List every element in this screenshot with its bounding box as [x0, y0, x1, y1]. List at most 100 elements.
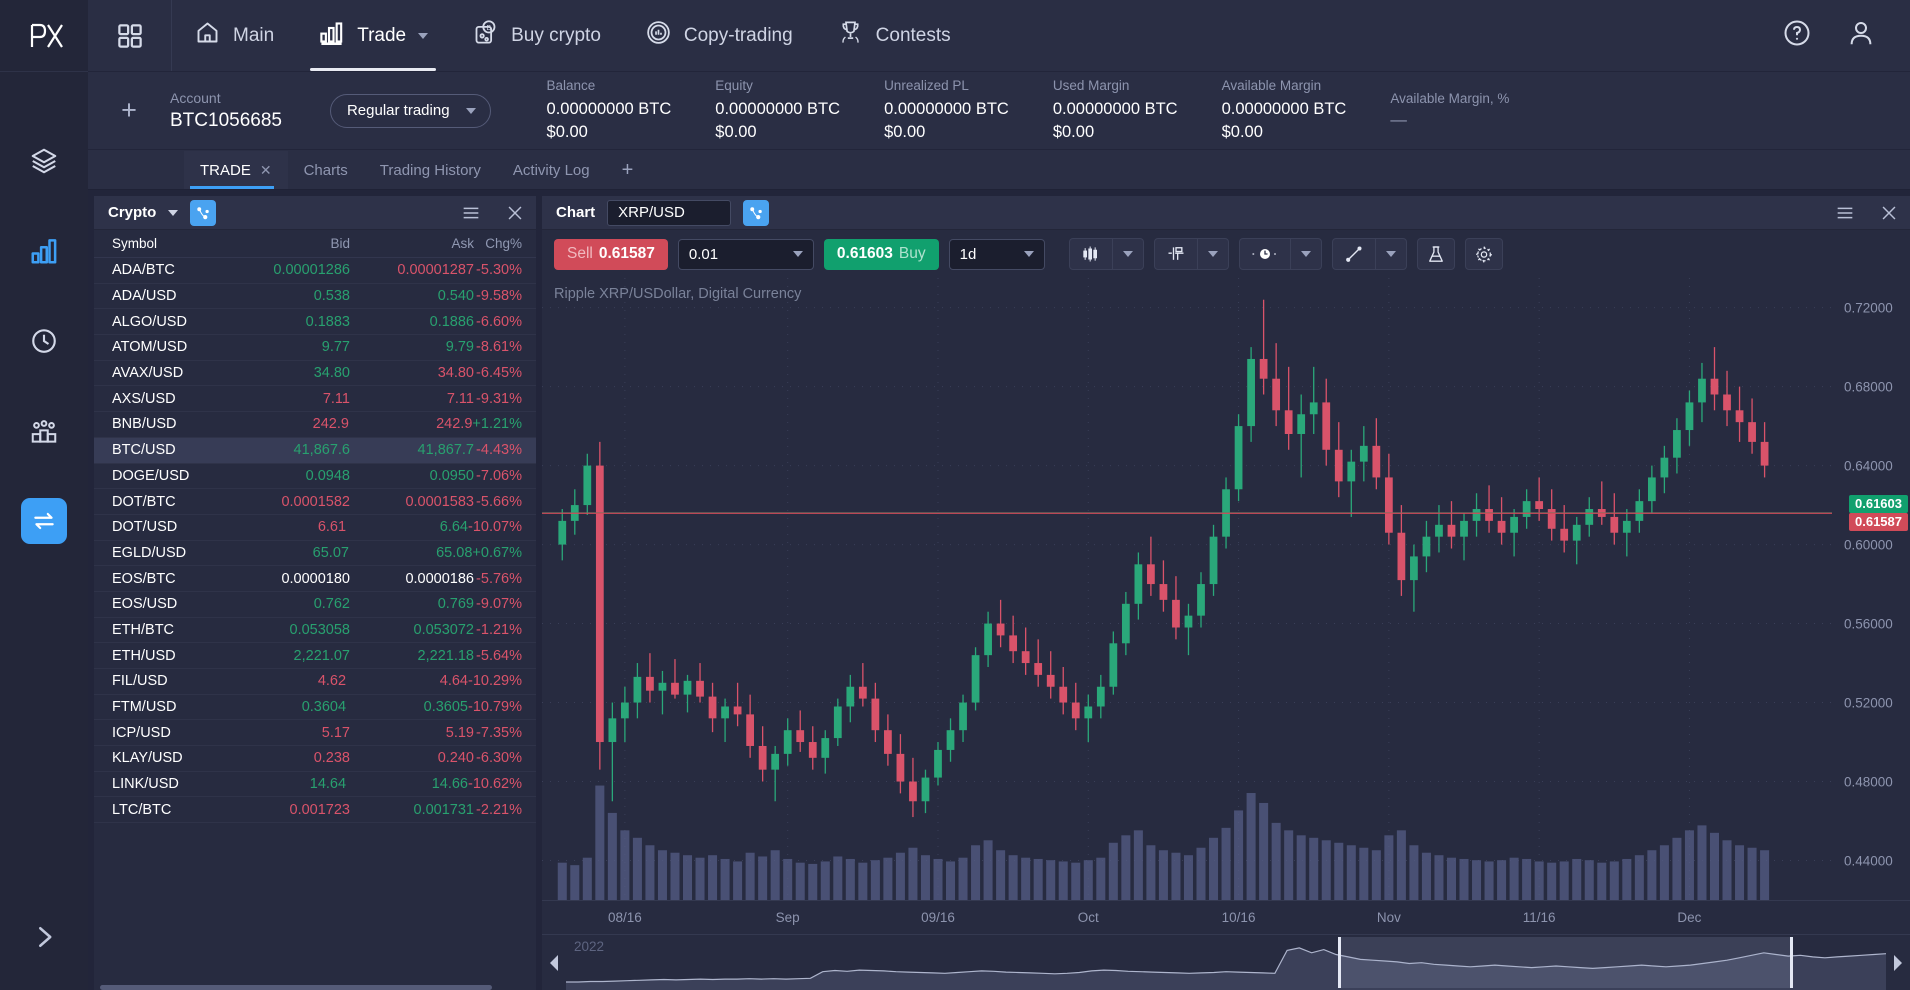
navigator-scroll-left-icon[interactable] [542, 935, 566, 990]
sidebar-item-transfer-icon[interactable] [21, 498, 67, 544]
cell-ask: 0.053072 [413, 621, 474, 638]
column-header-bid[interactable]: Bid [222, 236, 350, 251]
brand-logo[interactable] [0, 0, 88, 72]
link-symbol-icon[interactable] [190, 199, 217, 226]
table-row[interactable]: ATOM/USD 9.77 9.79 -8.61% [94, 335, 536, 361]
table-row[interactable]: KLAY/USD 0.238 0.240 -6.30% [94, 746, 536, 772]
table-row[interactable]: LTC/BTC 0.001723 0.001731 -2.21% [94, 797, 536, 824]
table-row[interactable]: LINK/USD 14.64 14.66 -10.62% [94, 772, 536, 798]
cell-symbol: ICP/USD [112, 724, 171, 741]
close-icon[interactable]: ✕ [260, 162, 272, 179]
table-row[interactable]: EGLD/USD 65.07 65.08 +0.67% [94, 541, 536, 567]
table-row[interactable]: DOT/BTC 0.0001582 0.0001583 -5.66% [94, 489, 536, 515]
user-icon[interactable] [1846, 18, 1876, 53]
nav-item-trade[interactable]: Trade [296, 0, 450, 71]
chart-type-chevron-down-icon[interactable] [1111, 239, 1143, 269]
chevron-down-icon[interactable] [168, 209, 179, 216]
link-symbol-icon[interactable] [743, 199, 770, 226]
cell-ask: 4.64 [439, 673, 468, 690]
tab-charts[interactable]: Charts [288, 151, 364, 189]
sell-button[interactable]: Sell 0.61587 [554, 238, 668, 270]
table-row[interactable]: DOGE/USD 0.0948 0.0950 -7.06% [94, 464, 536, 490]
cell-symbol: DOT/USD [112, 519, 178, 536]
table-row[interactable]: ALGO/USD 0.1883 0.1886 -6.60% [94, 309, 536, 336]
sidebar-item-layers-icon[interactable] [21, 138, 67, 184]
tab-activity-log[interactable]: Activity Log [497, 151, 606, 189]
time-clock-icon[interactable] [1240, 239, 1290, 269]
candlestick-type-icon[interactable] [1070, 239, 1112, 269]
table-row[interactable]: ADA/BTC 0.00001286 0.00001287 -5.30% [94, 258, 536, 284]
table-row[interactable]: EOS/BTC 0.0000180 0.0000186 -5.76% [94, 566, 536, 592]
drawing-chevron-down-icon[interactable] [1374, 239, 1406, 269]
time-chevron-down-icon[interactable] [1289, 239, 1321, 269]
stat-equity: Equity 0.00000000 BTC $0.00 [715, 78, 884, 143]
cell-symbol: AXS/USD [112, 390, 176, 407]
sell-label: Sell [567, 245, 593, 262]
nav-item-copy-trading[interactable]: Copy-trading [623, 0, 815, 71]
cell-bid: 0.538 [313, 288, 350, 305]
buy-button[interactable]: 0.61603 Buy [823, 238, 939, 270]
cell-chg: +0.67% [472, 544, 522, 561]
sell-price-tag: 0.61587 [1849, 513, 1908, 532]
indicators-icon[interactable] [1155, 239, 1197, 269]
table-row[interactable]: DOT/USD 6.61 6.64 -10.07% [94, 515, 536, 541]
timeframe-select[interactable]: 1d [948, 238, 1045, 270]
sidebar-item-leaderboard-icon[interactable] [21, 408, 67, 454]
trendline-icon[interactable] [1333, 239, 1375, 269]
table-row[interactable]: BNB/USD 242.9 242.9 +1.21% [94, 412, 536, 438]
sidebar-item-clock-icon[interactable] [21, 318, 67, 364]
cell-chg: -10.07% [467, 519, 522, 536]
close-icon[interactable] [1878, 202, 1900, 224]
column-header-ask[interactable]: Ask [350, 236, 474, 251]
navigator-scroll-right-icon[interactable] [1886, 935, 1910, 990]
chart-canvas[interactable]: Ripple XRP/USDollar, Digital Currency 0.… [542, 278, 1910, 900]
apps-grid-icon[interactable] [88, 0, 172, 71]
column-header-chg[interactable]: Chg% [474, 236, 536, 251]
table-row[interactable]: ETH/USD 2,221.07 2,221.18 -5.64% [94, 643, 536, 669]
symbol-input[interactable]: XRP/USD [607, 199, 732, 226]
sidebar-expand-chevron-right-icon[interactable] [0, 922, 88, 952]
sidebar-item-bar-chart-icon[interactable] [21, 228, 67, 274]
cell-bid: 65.07 [312, 544, 349, 561]
cell-ask: 41,867.7 [417, 442, 474, 459]
hamburger-icon[interactable] [1834, 202, 1856, 224]
flask-strategy-icon[interactable] [1416, 238, 1455, 270]
indicators-chevron-down-icon[interactable] [1196, 239, 1228, 269]
table-row[interactable]: ICP/USD 5.17 5.19 -7.35% [94, 720, 536, 747]
trading-mode-select[interactable]: Regular trading [329, 93, 491, 128]
table-row[interactable]: ADA/USD 0.538 0.540 -9.58% [94, 284, 536, 310]
workspace: Crypto Symbol Bid Ask Chg% ADA/BTC 0.000… [88, 190, 1910, 990]
add-account-button[interactable]: + [88, 95, 170, 126]
table-row[interactable]: EOS/USD 0.762 0.769 -9.07% [94, 592, 536, 618]
account-number: BTC1056685 [170, 109, 282, 131]
stat-available-margin-pct-value: — [1390, 111, 1407, 129]
watchlist-horizontal-scrollbar[interactable] [100, 985, 492, 990]
nav-right-actions [1782, 0, 1910, 71]
cell-bid: 0.053058 [289, 621, 350, 638]
chevron-down-icon [1023, 251, 1034, 257]
hamburger-icon[interactable] [460, 202, 482, 224]
table-row[interactable]: AXS/USD 7.11 7.11 -9.31% [94, 386, 536, 413]
column-header-symbol[interactable]: Symbol [94, 236, 222, 251]
table-row[interactable]: ETH/BTC 0.053058 0.053072 -1.21% [94, 618, 536, 644]
cell-symbol: BNB/USD [112, 416, 177, 433]
nav-item-main[interactable]: Main [172, 0, 296, 71]
table-row[interactable]: FTM/USD 0.3604 0.3605 -10.79% [94, 695, 536, 721]
navigator-view-window[interactable] [1338, 937, 1793, 988]
gear-settings-icon[interactable] [1464, 238, 1503, 270]
table-row[interactable]: AVAX/USD 34.80 34.80 -6.45% [94, 361, 536, 387]
nav-item-buy-crypto[interactable]: B Buy crypto [450, 0, 623, 71]
watchlist-header: Crypto [94, 196, 536, 230]
help-circle-icon[interactable] [1782, 18, 1812, 53]
close-icon[interactable] [504, 202, 526, 224]
table-row[interactable]: FIL/USD 4.62 4.64 -10.29% [94, 669, 536, 695]
nav-item-contests[interactable]: Contests [815, 0, 973, 71]
cell-bid: 0.0948 [305, 467, 350, 484]
table-row[interactable]: BTC/USD 41,867.6 41,867.7 -4.43% [94, 437, 536, 464]
quantity-select[interactable]: 0.01 [677, 238, 814, 270]
tab-trading-history[interactable]: Trading History [364, 151, 497, 189]
navigator-track[interactable]: 2022 [566, 935, 1886, 990]
tab-trade[interactable]: TRADE ✕ [184, 151, 288, 189]
nav-item-copy-trading-label: Copy-trading [683, 24, 793, 46]
add-tab-button[interactable]: + [606, 151, 650, 189]
